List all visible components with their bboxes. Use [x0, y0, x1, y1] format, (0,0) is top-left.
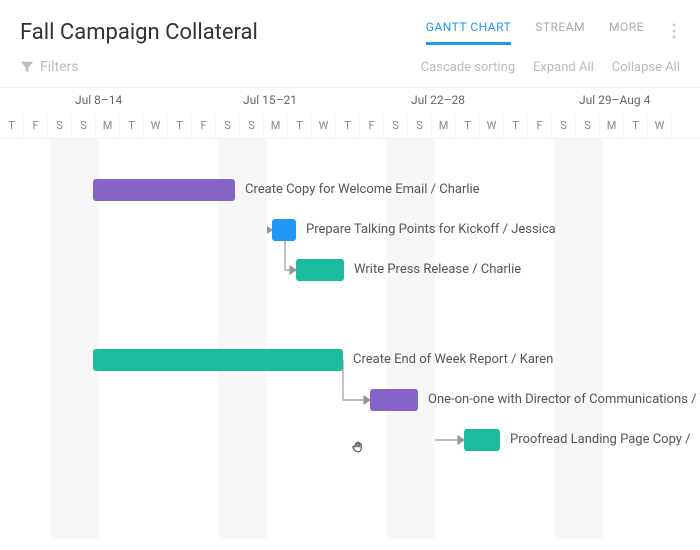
day-cell: W	[144, 114, 168, 138]
task-bar[interactable]	[272, 219, 296, 241]
page-title: Fall Campaign Collateral	[20, 20, 258, 45]
week-label: Jul 22–28	[411, 93, 465, 107]
day-cell: T	[336, 114, 360, 138]
week-label: Jul 8–14	[75, 93, 122, 107]
day-cell: F	[192, 114, 216, 138]
day-cell: S	[552, 114, 576, 138]
chart-actions: Cascade sorting Expand All Collapse All	[421, 60, 680, 75]
more-options-icon[interactable]	[668, 23, 680, 43]
gantt-chart-body[interactable]: Create Copy for Welcome Email / Charlie P…	[0, 139, 700, 539]
day-cell: T	[120, 114, 144, 138]
filter-icon	[20, 60, 34, 74]
task-bar[interactable]	[93, 179, 235, 201]
filters-button[interactable]: Filters	[20, 59, 79, 75]
day-cell: T	[504, 114, 528, 138]
day-cell: T	[288, 114, 312, 138]
filters-label: Filters	[40, 59, 79, 75]
week-label: Jul 15–21	[243, 93, 297, 107]
day-cell: M	[432, 114, 456, 138]
day-cell: M	[600, 114, 624, 138]
day-cell: S	[384, 114, 408, 138]
collapse-all-button[interactable]: Collapse All	[612, 60, 680, 75]
timeline-header: Jul 8–14 Jul 15–21 Jul 22–28 Jul 29–Aug …	[0, 87, 700, 139]
day-cell: M	[96, 114, 120, 138]
task-label: Create End of Week Report / Karen	[353, 352, 553, 367]
day-cell: W	[648, 114, 672, 138]
day-cell: S	[216, 114, 240, 138]
task-label: Proofread Landing Page Copy /	[510, 432, 691, 447]
day-cell: T	[456, 114, 480, 138]
grab-cursor-icon	[350, 439, 368, 461]
weekend-column	[387, 139, 411, 539]
day-cell: F	[360, 114, 384, 138]
expand-all-button[interactable]: Expand All	[533, 60, 594, 75]
task-label: One-on-one with Director of Communicatio…	[428, 392, 700, 407]
day-cell: W	[312, 114, 336, 138]
day-cell: M	[264, 114, 288, 138]
day-cell: S	[48, 114, 72, 138]
task-bar[interactable]	[296, 259, 344, 281]
weekend-column	[411, 139, 435, 539]
week-row: Jul 8–14 Jul 15–21 Jul 22–28 Jul 29–Aug …	[0, 88, 700, 114]
weekend-column	[555, 139, 579, 539]
task-label: Write Press Release / Charlie	[354, 262, 521, 277]
weekend-column	[51, 139, 75, 539]
task-bar[interactable]	[93, 349, 343, 371]
task-bar[interactable]	[464, 429, 500, 451]
day-cell: S	[408, 114, 432, 138]
day-cell: W	[480, 114, 504, 138]
task-label: Create Copy for Welcome Email / Charlie	[245, 182, 480, 197]
view-tabs: GANTT CHART STREAM MORE	[426, 20, 680, 45]
tab-stream[interactable]: STREAM	[535, 20, 585, 45]
weekend-column	[243, 139, 267, 539]
day-row: TFSSMTWTFSSMTWTFSSMTWTFSSMTW	[0, 114, 700, 138]
day-cell: T	[624, 114, 648, 138]
tab-more[interactable]: MORE	[609, 20, 644, 45]
task-bar[interactable]	[370, 389, 418, 411]
day-cell: F	[24, 114, 48, 138]
day-cell: T	[168, 114, 192, 138]
day-cell: T	[0, 114, 24, 138]
tab-gantt[interactable]: GANTT CHART	[426, 20, 511, 45]
day-cell: S	[576, 114, 600, 138]
weekend-column	[579, 139, 603, 539]
week-label: Jul 29–Aug 4	[579, 93, 650, 107]
task-label: Prepare Talking Points for Kickoff / Jes…	[306, 222, 556, 237]
day-cell: F	[528, 114, 552, 138]
cascade-sorting-button[interactable]: Cascade sorting	[421, 60, 515, 75]
day-cell: S	[72, 114, 96, 138]
day-cell: S	[240, 114, 264, 138]
